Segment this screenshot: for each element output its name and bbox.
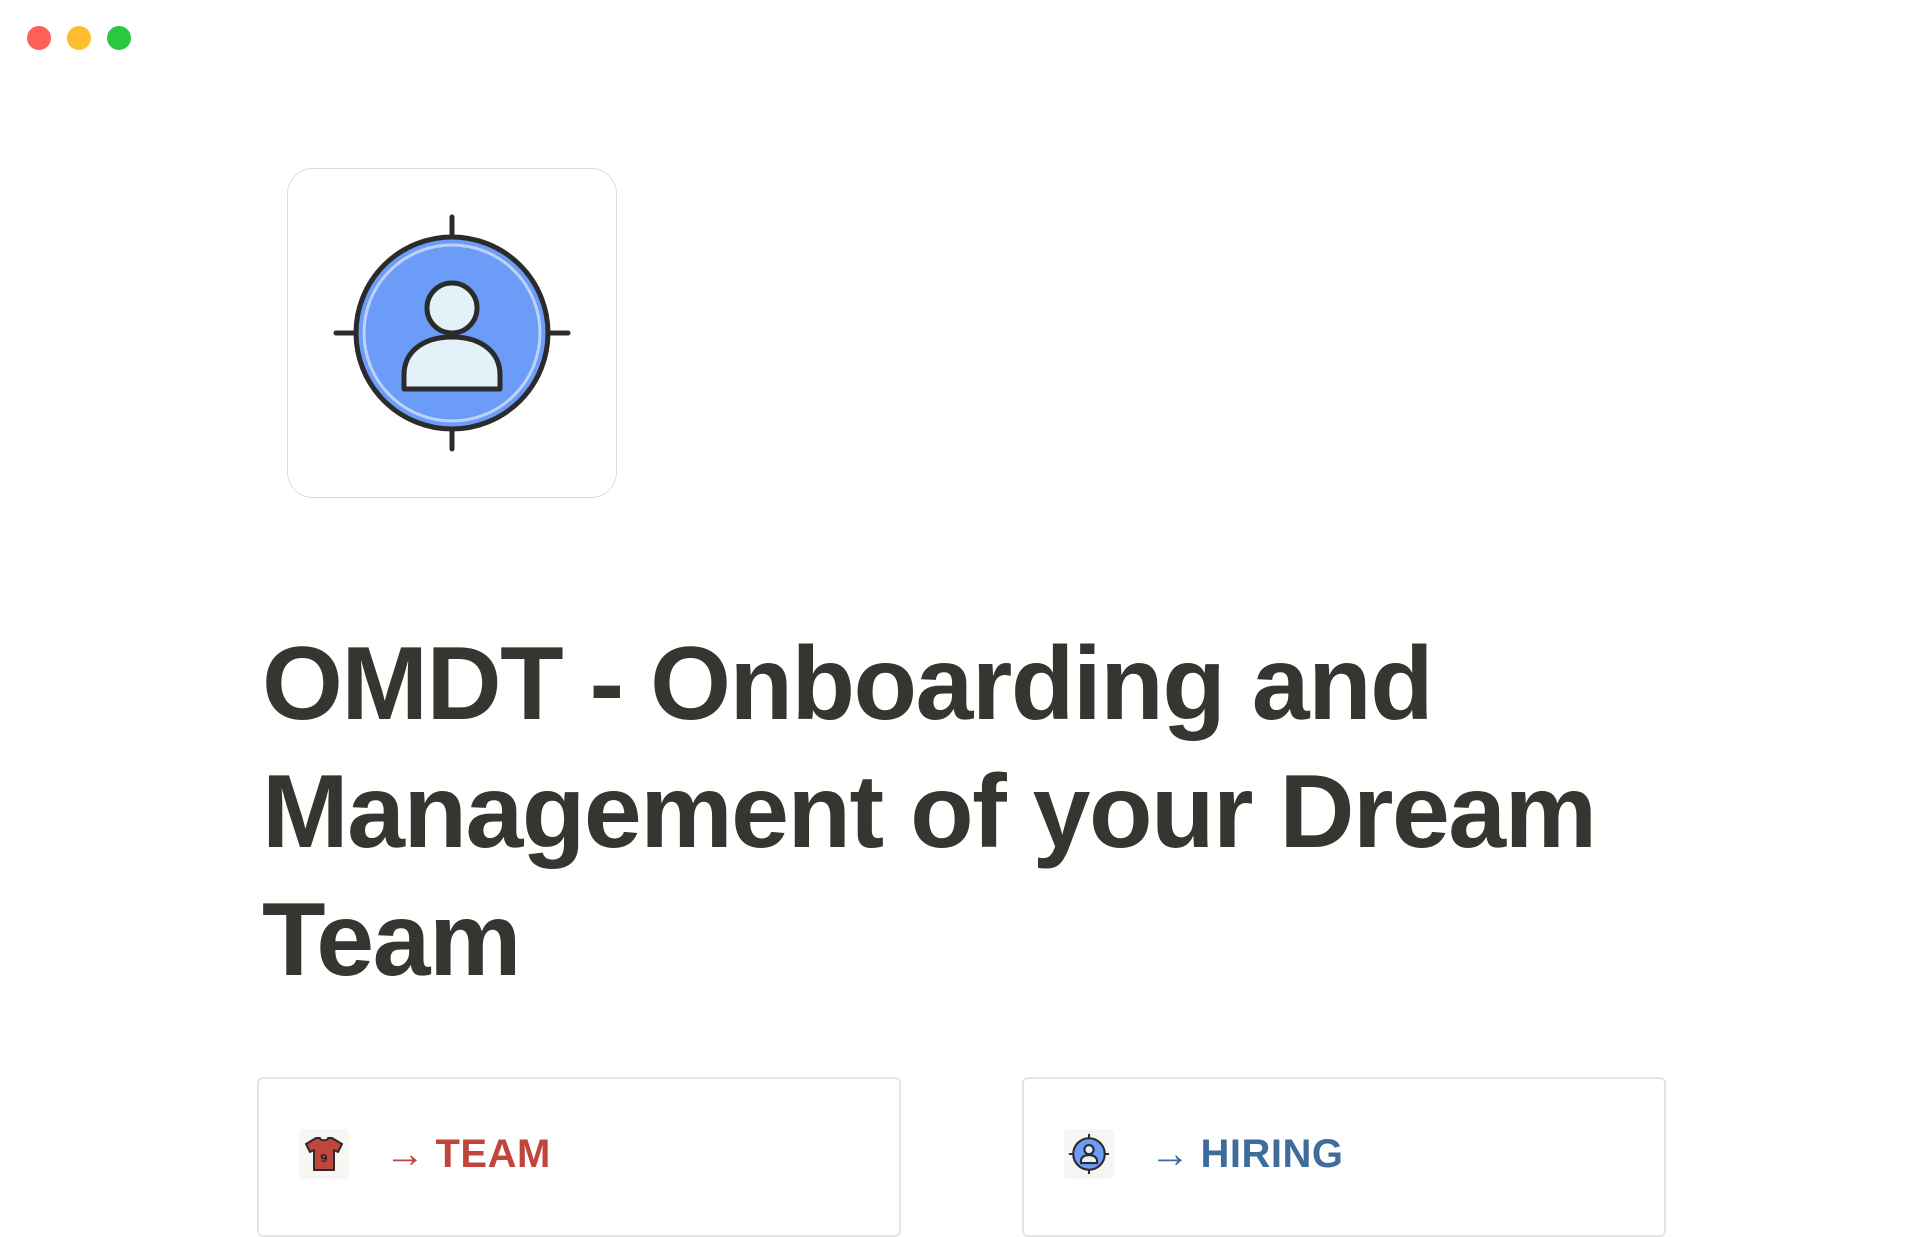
minimize-window-button[interactable]: [67, 26, 91, 50]
jersey-icon: 9: [299, 1129, 349, 1179]
team-link-label[interactable]: TEAM: [436, 1132, 551, 1177]
svg-text:9: 9: [320, 1152, 328, 1165]
zoom-window-button[interactable]: [107, 26, 131, 50]
page-icon[interactable]: [287, 168, 617, 498]
page-title[interactable]: OMDT - Onboarding and Management of your…: [262, 620, 1722, 1004]
target-person-icon: [333, 214, 571, 452]
arrow-right-icon: →: [385, 1131, 426, 1176]
window-controls: [27, 26, 131, 50]
target-person-icon: [1064, 1129, 1114, 1179]
hiring-link-card[interactable]: → HIRING: [1022, 1077, 1666, 1237]
close-window-button[interactable]: [27, 26, 51, 50]
arrow-right-icon: →: [1150, 1131, 1191, 1176]
hiring-link-label[interactable]: HIRING: [1201, 1132, 1344, 1177]
team-link-card[interactable]: 9 → TEAM: [257, 1077, 901, 1237]
